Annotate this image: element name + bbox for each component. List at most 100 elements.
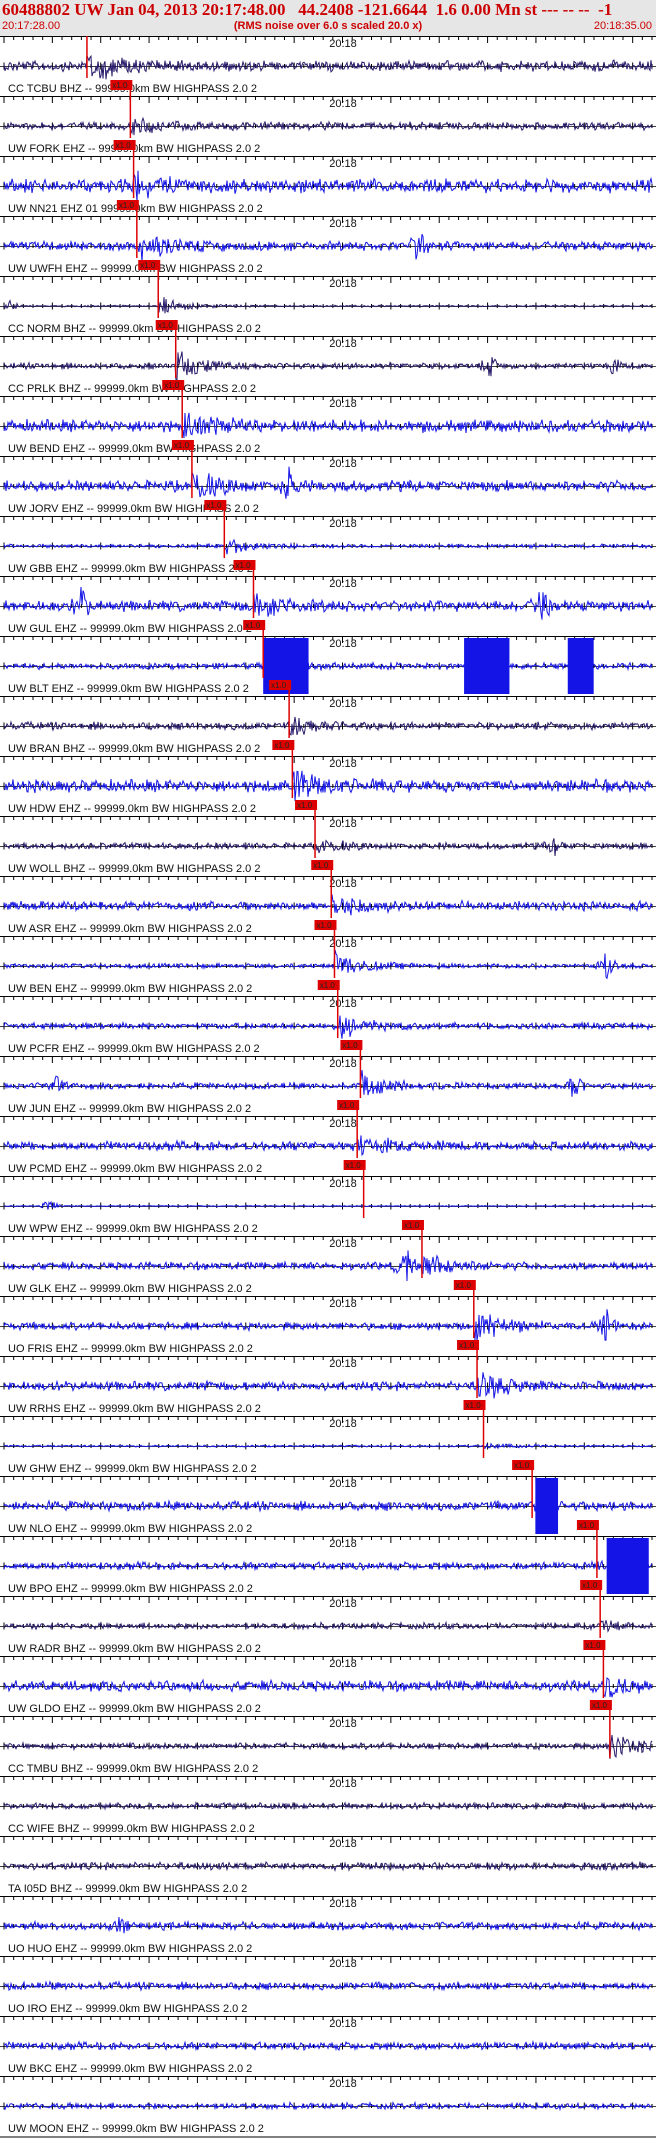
- trace-label: UW GLDO EHZ -- 99999.0km BW HIGHPASS 2.0…: [8, 1703, 261, 1715]
- time-marker-label: 20:18: [329, 818, 357, 830]
- pick-label: x1.0: [342, 1041, 358, 1050]
- time-marker-label: 20:18: [329, 218, 357, 230]
- waveform-trace: [3, 1309, 653, 1341]
- pick-label: x1.0: [158, 321, 174, 330]
- trace-label: UW JUN EHZ -- 99999.0km BW HIGHPASS 2.0 …: [8, 1103, 251, 1115]
- time-marker-label: 20:18: [329, 2018, 357, 2030]
- trace-label: UW NLO EHZ -- 99999.0km BW HIGHPASS 2.0 …: [8, 1523, 252, 1535]
- time-marker-label: 20:18: [329, 518, 357, 530]
- saturated-segment: [535, 1478, 559, 1534]
- trace-label: UW BLT EHZ -- 99999.0km BW HIGHPASS 2.0 …: [8, 683, 249, 695]
- time-marker-label: 20:18: [329, 1178, 357, 1190]
- pick-label: x1.0: [140, 261, 156, 270]
- time-marker-label: 20:18: [329, 1538, 357, 1550]
- saturated-segment: [567, 638, 594, 694]
- pick-label: x1.0: [245, 621, 261, 630]
- time-marker-label: 20:18: [329, 758, 357, 770]
- time-marker-label: 20:18: [329, 1718, 357, 1730]
- time-marker-label: 20:18: [329, 1598, 357, 1610]
- pick-label: x1.0: [316, 921, 332, 930]
- time-marker-label: 20:18: [329, 578, 357, 590]
- time-marker-label: 20:18: [329, 638, 357, 650]
- time-marker-label: 20:18: [329, 158, 357, 170]
- trace-label: CC WIFE BHZ -- 99999.0km BW HIGHPASS 2.0…: [8, 1823, 255, 1835]
- saturated-segment: [464, 638, 510, 694]
- pick-label: x1.0: [404, 1221, 420, 1230]
- pick-label: x1.0: [592, 1701, 608, 1710]
- trace-label: UW PCMD EHZ -- 99999.0km BW HIGHPASS 2.0…: [8, 1163, 262, 1175]
- time-marker-label: 20:18: [329, 38, 357, 50]
- time-marker-label: 20:18: [329, 278, 357, 290]
- trace-label: CC TMBU BHZ -- 99999.0km BW HIGHPASS 2.0…: [8, 1763, 258, 1775]
- pick-label: x1.0: [456, 1281, 472, 1290]
- time-marker-label: 20:18: [329, 1838, 357, 1850]
- time-marker-label: 20:18: [329, 1478, 357, 1490]
- saturated-segment: [606, 1538, 649, 1594]
- pick-label: x1.0: [112, 81, 128, 90]
- time-marker-label: 20:18: [329, 878, 357, 890]
- time-marker-label: 20:18: [329, 1298, 357, 1310]
- time-marker-label: 20:18: [329, 1358, 357, 1370]
- seismogram-panel: 20:18x1.0CC TCBU BHZ -- 99999.0km BW HIG…: [0, 36, 656, 2138]
- trace-label: UW BEND EHZ -- 99999.0km BW HIGHPASS 2.0…: [8, 443, 260, 455]
- trace-label: UW PCFR EHZ -- 99999.0km BW HIGHPASS 2.0…: [8, 1043, 260, 1055]
- time-marker-label: 20:18: [329, 98, 357, 110]
- end-time: 20:18:35.00: [593, 20, 652, 32]
- time-marker-label: 20:18: [329, 458, 357, 470]
- trace-label: UO HUO EHZ -- 99999.0km BW HIGHPASS 2.0 …: [8, 1943, 252, 1955]
- pick-label: x1.0: [174, 441, 190, 450]
- pick-label: x1.0: [459, 1341, 475, 1350]
- trace-label: UW HDW EHZ -- 99999.0km BW HIGHPASS 2.0 …: [8, 803, 256, 815]
- time-marker-label: 20:18: [329, 1958, 357, 1970]
- header-bar: 60488802 UW Jan 04, 2013 20:17:48.00 44.…: [0, 0, 656, 36]
- waveform-trace: [3, 1917, 653, 1934]
- trace-label: UW GUL EHZ -- 99999.0km BW HIGHPASS 2.0 …: [8, 623, 252, 635]
- rms-note: (RMS noise over 6.0 s scaled 20.0 x): [233, 20, 423, 32]
- trace-label: UW GLK EHZ -- 99999.0km BW HIGHPASS 2.0 …: [8, 1283, 252, 1295]
- trace-label: CC PRLK BHZ -- 99999.0km BW HIGHPASS 2.0…: [8, 383, 256, 395]
- pick-label: x1.0: [297, 801, 313, 810]
- trace-label: UW GHW EHZ -- 99999.0km BW HIGHPASS 2.0 …: [8, 1463, 257, 1475]
- trace-label: CC NORM BHZ -- 99999.0km BW HIGHPASS 2.0…: [8, 323, 261, 335]
- pick-label: x1.0: [585, 1641, 601, 1650]
- trace-label: UW BEN EHZ -- 99999.0km BW HIGHPASS 2.0 …: [8, 983, 252, 995]
- trace-label: UW RRHS EHZ -- 99999.0km BW HIGHPASS 2.0…: [8, 1403, 261, 1415]
- event-title: 60488802 UW Jan 04, 2013 20:17:48.00 44.…: [2, 0, 613, 19]
- pick-label: x1.0: [579, 1521, 595, 1530]
- pick-label: x1.0: [514, 1461, 530, 1470]
- trace-label: UO IRO EHZ -- 99999.0km BW HIGHPASS 2.0 …: [8, 2003, 247, 2015]
- time-marker-label: 20:18: [329, 1238, 357, 1250]
- time-marker-label: 20:18: [329, 1418, 357, 1430]
- trace-label: TA I05D BHZ -- 99999.0km BW HIGHPASS 2.0…: [8, 1883, 247, 1895]
- pick-label: x1.0: [346, 1161, 362, 1170]
- trace-label: UW UWFH EHZ -- 99999.0km BW HIGHPASS 2.0…: [8, 263, 263, 275]
- pick-label: x1.0: [116, 141, 132, 150]
- pick-label: x1.0: [274, 741, 290, 750]
- pick-label: x1.0: [313, 861, 329, 870]
- pick-label: x1.0: [320, 981, 336, 990]
- trace-label: UW BPO EHZ -- 99999.0km BW HIGHPASS 2.0 …: [8, 1583, 253, 1595]
- trace-label: UW RADR BHZ -- 99999.0km BW HIGHPASS 2.0…: [8, 1643, 261, 1655]
- time-marker-label: 20:18: [329, 1778, 357, 1790]
- time-marker-label: 20:18: [329, 1658, 357, 1670]
- pick-label: x1.0: [164, 381, 180, 390]
- time-marker-label: 20:18: [329, 998, 357, 1010]
- time-marker-label: 20:18: [329, 398, 357, 410]
- trace-label: UW WOLL BHZ -- 99999.0km BW HIGHPASS 2.0…: [8, 863, 260, 875]
- waveform-trace: [3, 716, 653, 736]
- pick-label: x1.0: [339, 1101, 355, 1110]
- pick-label: x1.0: [466, 1401, 482, 1410]
- trace-label: UW GBB EHZ -- 99999.0km BW HIGHPASS 2.0 …: [8, 563, 253, 575]
- pick-label: x1.0: [271, 681, 287, 690]
- time-marker-label: 20:18: [329, 1058, 357, 1070]
- trace-label: UW ASR EHZ -- 99999.0km BW HIGHPASS 2.0 …: [8, 923, 252, 935]
- pick-label: x1.0: [235, 561, 251, 570]
- time-marker-label: 20:18: [329, 698, 357, 710]
- time-marker-label: 20:18: [329, 938, 357, 950]
- pick-label: x1.0: [206, 501, 222, 510]
- time-marker-label: 20:18: [329, 1898, 357, 1910]
- time-marker-label: 20:18: [329, 1118, 357, 1130]
- trace-label: UO FRIS EHZ -- 99999.0km BW HIGHPASS 2.0…: [8, 1343, 253, 1355]
- pick-label: x1.0: [582, 1581, 598, 1590]
- trace-label: UW BRAN BHZ -- 99999.0km BW HIGHPASS 2.0…: [8, 743, 260, 755]
